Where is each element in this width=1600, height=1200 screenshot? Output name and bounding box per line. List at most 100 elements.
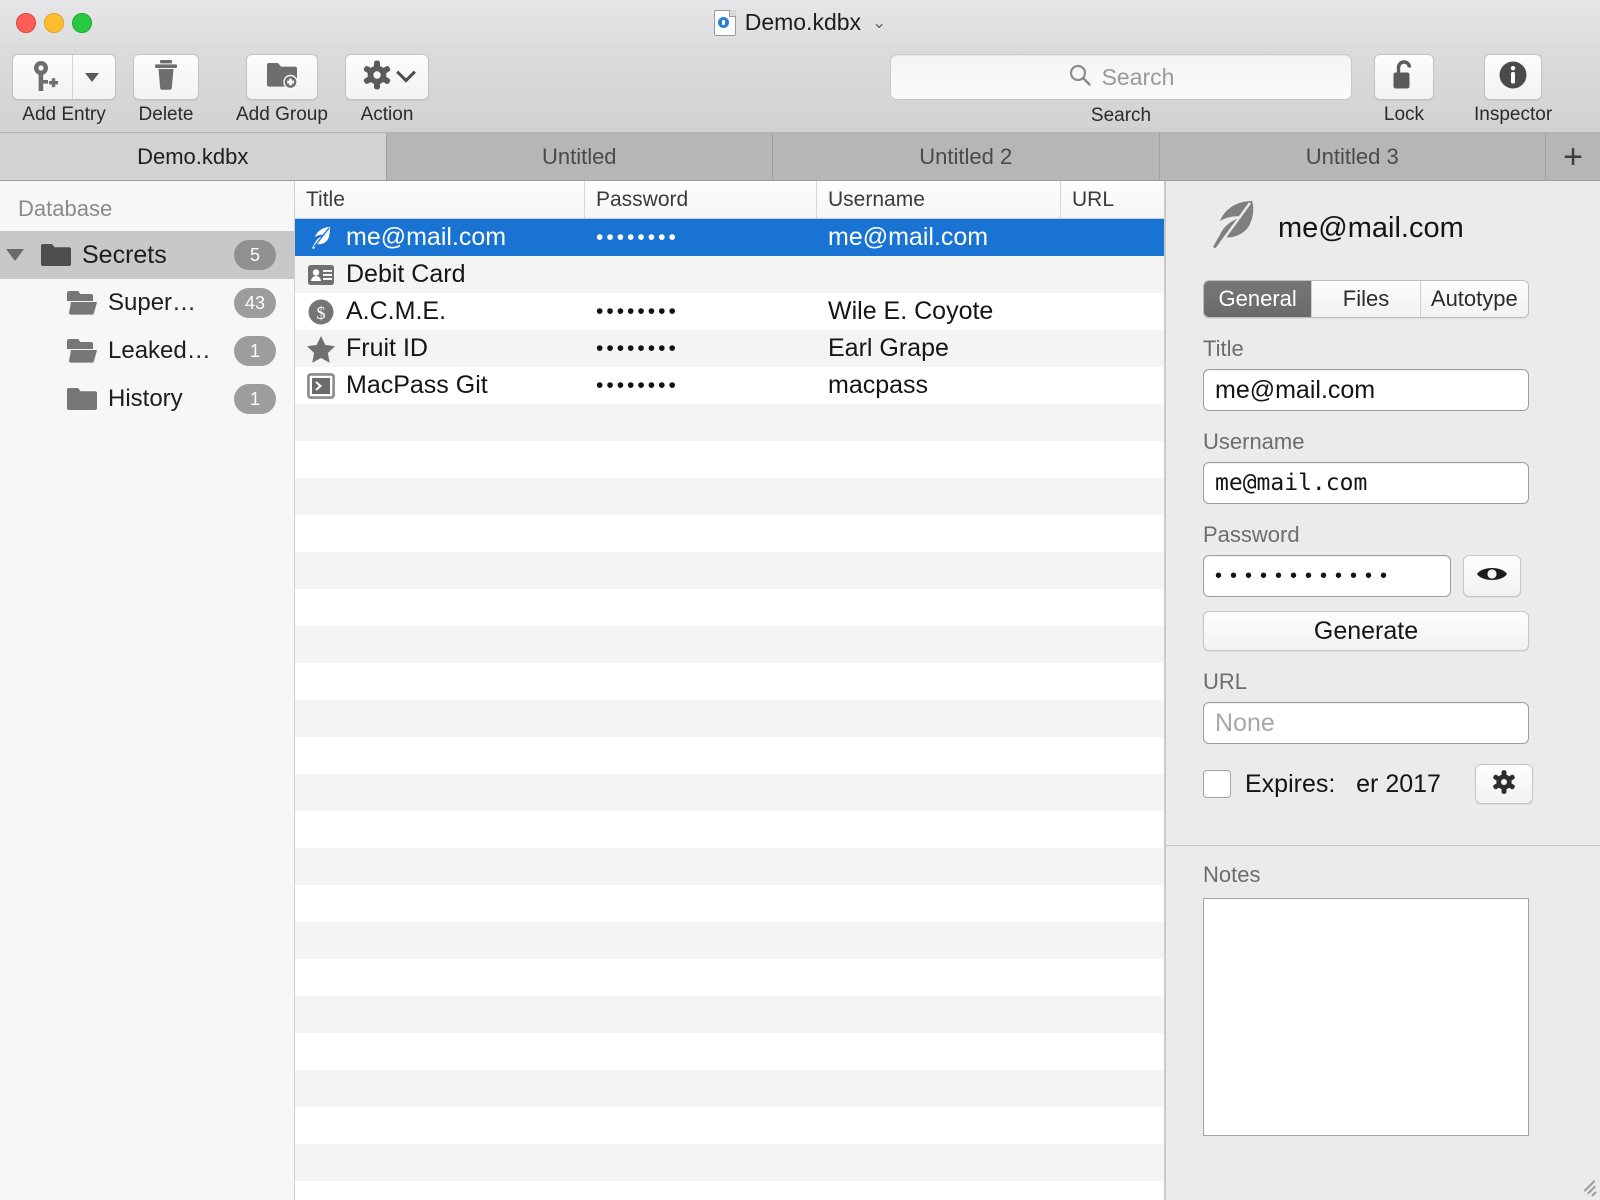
- action-button[interactable]: [345, 54, 429, 100]
- gear-icon: [1491, 769, 1517, 800]
- tab-label: Untitled 2: [919, 143, 1013, 169]
- empty-row: [295, 885, 1164, 922]
- notes-pane: Notes: [1166, 845, 1600, 1200]
- feather-icon: [1200, 195, 1262, 262]
- sidebar-item-super[interactable]: Super… 43: [0, 279, 294, 327]
- table-body: me@mail.com •••••••• me@mail.com Debit C…: [295, 219, 1164, 1200]
- main-body: Database Secrets 5 Super… 43 Leaked… 1 H…: [0, 181, 1600, 1200]
- tab-label: Demo.kdbx: [137, 143, 249, 169]
- search-caption: Search: [1090, 105, 1152, 126]
- empty-row: [295, 663, 1164, 700]
- folder-plus-icon: [265, 59, 299, 96]
- tab-general[interactable]: General: [1204, 281, 1313, 317]
- star-icon: [306, 334, 336, 364]
- inspector-title: me@mail.com: [1278, 212, 1464, 244]
- expires-settings-button[interactable]: [1475, 764, 1533, 804]
- padlock-open-icon: [1390, 58, 1418, 97]
- table-row[interactable]: $ A.C.M.E. •••••••• Wile E. Coyote: [295, 293, 1164, 330]
- column-header-title[interactable]: Title: [295, 181, 585, 218]
- sidebar: Database Secrets 5 Super… 43 Leaked… 1 H…: [0, 181, 295, 1200]
- url-field[interactable]: None: [1203, 702, 1529, 744]
- password-field[interactable]: ••••••••••••: [1203, 555, 1451, 597]
- sidebar-item-label: Leaked…: [108, 337, 211, 364]
- empty-row: [295, 959, 1164, 996]
- password-field-label: Password: [1203, 522, 1300, 547]
- sidebar-item-leaked[interactable]: Leaked… 1: [0, 327, 294, 375]
- table-row[interactable]: MacPass Git •••••••• macpass: [295, 367, 1164, 404]
- search-input[interactable]: Search: [890, 54, 1352, 100]
- title-field-label: Title: [1203, 336, 1244, 361]
- tab-autotype[interactable]: Autotype: [1420, 281, 1528, 317]
- sidebar-item-secrets[interactable]: Secrets 5: [0, 231, 294, 279]
- empty-row: [295, 1033, 1164, 1070]
- delete-label: Delete: [138, 104, 194, 125]
- empty-row: [295, 774, 1164, 811]
- table-row[interactable]: Debit Card: [295, 256, 1164, 293]
- eye-icon: [1475, 563, 1509, 590]
- cell-username: me@mail.com: [828, 223, 989, 251]
- tab-demo-kdbx[interactable]: Demo.kdbx: [0, 133, 387, 180]
- tab-files[interactable]: Files: [1312, 281, 1421, 317]
- empty-row: [295, 1144, 1164, 1181]
- add-group-group: Add Group: [236, 54, 328, 124]
- sidebar-header: Database: [18, 196, 113, 221]
- table-row[interactable]: me@mail.com •••••••• me@mail.com: [295, 219, 1164, 256]
- notes-textarea[interactable]: [1203, 898, 1529, 1136]
- column-header-username[interactable]: Username: [817, 181, 1061, 218]
- action-dropdown-chevron-icon[interactable]: [396, 62, 416, 83]
- cell-password: ••••••••: [596, 227, 679, 248]
- password-row: ••••••••••••: [1166, 555, 1600, 597]
- table-row[interactable]: Fruit ID •••••••• Earl Grape: [295, 330, 1164, 367]
- tab-untitled-2[interactable]: Untitled 2: [773, 133, 1160, 180]
- expires-date: er 2017: [1356, 769, 1441, 798]
- cell-title: A.C.M.E.: [346, 297, 447, 325]
- sidebar-item-label: Secrets: [82, 240, 167, 269]
- document-tab-bar: Demo.kdbx Untitled Untitled 2 Untitled 3…: [0, 133, 1600, 181]
- sidebar-item-history[interactable]: History 1: [0, 375, 294, 423]
- tab-untitled[interactable]: Untitled: [386, 133, 773, 180]
- title-field[interactable]: me@mail.com: [1203, 369, 1529, 411]
- empty-row: [295, 1107, 1164, 1144]
- add-group-button[interactable]: [245, 54, 318, 100]
- macpass-window: Demo.kdbx ⌄ Add Entry Delete Add Group A…: [0, 0, 1600, 1200]
- column-header-url[interactable]: URL: [1061, 181, 1164, 218]
- action-label: Action: [360, 104, 414, 125]
- empty-row: [295, 552, 1164, 589]
- inspector-label: Inspector: [1474, 104, 1553, 125]
- terminal-icon: [306, 371, 336, 401]
- column-header-password[interactable]: Password: [585, 181, 817, 218]
- table-header-row: Title Password Username URL: [295, 181, 1164, 219]
- titlebar: Demo.kdbx ⌄: [0, 0, 1600, 45]
- expires-checkbox[interactable]: [1203, 770, 1231, 798]
- expires-label-and-date: Expires: er 2017: [1245, 770, 1461, 799]
- lock-label: Lock: [1383, 104, 1425, 125]
- sidebar-item-label: Super…: [108, 289, 197, 316]
- inspector-toggle-button[interactable]: [1484, 54, 1543, 100]
- empty-row: [295, 478, 1164, 515]
- lock-button[interactable]: [1374, 54, 1434, 100]
- empty-row: [295, 441, 1164, 478]
- search-icon: [1068, 63, 1092, 92]
- folder-stack-icon: [66, 290, 98, 316]
- username-field[interactable]: me@mail.com: [1203, 462, 1529, 504]
- tab-untitled-3[interactable]: Untitled 3: [1159, 133, 1546, 180]
- kdbx-document-icon: [713, 9, 736, 36]
- search-placeholder: Search: [1101, 63, 1175, 90]
- window-title: Demo.kdbx ⌄: [0, 9, 1600, 36]
- add-entry-dropdown-arrow[interactable]: [73, 55, 111, 99]
- resize-grip[interactable]: [1581, 1179, 1597, 1197]
- url-field-label: URL: [1203, 669, 1248, 694]
- svg-text:$: $: [317, 303, 326, 323]
- generate-password-button[interactable]: Generate: [1203, 611, 1529, 651]
- cell-title: Fruit ID: [346, 334, 428, 362]
- empty-row: [295, 922, 1164, 959]
- reveal-password-button[interactable]: [1463, 555, 1521, 597]
- empty-row: [295, 848, 1164, 885]
- empty-row: [295, 996, 1164, 1033]
- chevron-down-icon[interactable]: ⌄: [872, 13, 886, 33]
- delete-button[interactable]: [133, 54, 199, 100]
- add-entry-button[interactable]: [12, 54, 116, 100]
- inspector-group: Inspector: [1474, 54, 1552, 124]
- new-tab-button[interactable]: +: [1546, 133, 1600, 180]
- disclosure-triangle-icon[interactable]: [0, 249, 30, 261]
